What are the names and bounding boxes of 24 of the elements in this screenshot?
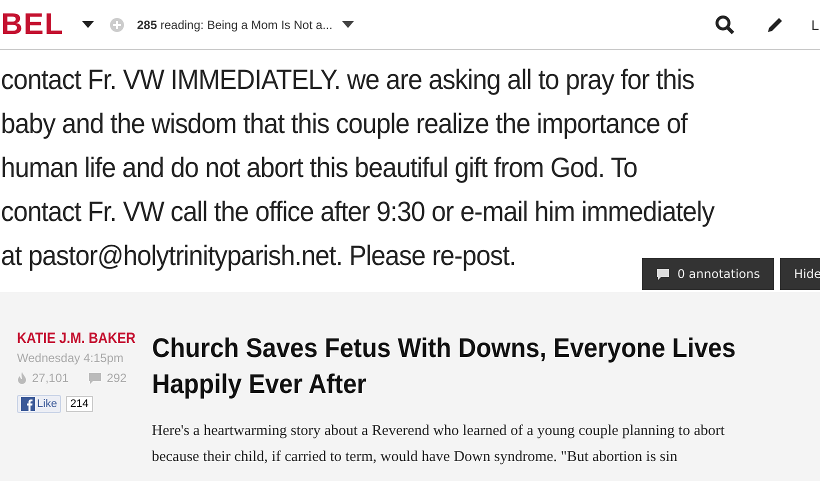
article-body: Here's a heartwarming story about a Reverend who learned of a young couple planning to abort because their child, if carried to term, would have Down syndrome. "But abortion is sin [152, 422, 726, 467]
comment-count: 292 [106, 371, 127, 385]
view-count: 27,101 [32, 371, 69, 385]
reading-dropdown[interactable]: 285 reading: Being a Mom Is Not a... [137, 18, 332, 32]
flame-icon [17, 372, 27, 384]
image-text-line: contact Fr. VW call the office after 9:30 or e-mail him immediately [0, 195, 714, 229]
post-time: Wednesday 4:15pm [17, 351, 125, 365]
login-link[interactable]: L [811, 16, 819, 32]
caret-icon[interactable] [82, 20, 94, 28]
image-text-line: human life and do not abort this beautiful gift from God. To [0, 151, 638, 185]
site-logo[interactable]: BEL [1, 8, 64, 42]
image-text-line: contact Fr. VW IMMEDIATELY. we are asking all to pray for this [0, 63, 694, 97]
caret-icon[interactable] [342, 20, 354, 28]
article-title: Church Saves Fetus With Downs, Everyone Lives Happily Ever After [152, 332, 736, 401]
speech-bubble-icon [88, 372, 102, 384]
image-text-line: baby and the wisdom that this couple realize the importance of [0, 107, 688, 141]
like-button[interactable]: Like [17, 395, 62, 413]
speech-bubble-icon [656, 268, 670, 280]
search-icon[interactable] [715, 14, 736, 34]
annotations-button[interactable]: 0 annotations [642, 258, 774, 290]
image-text-line: at pastor@holytrinityparish.net. Please re-post. [0, 239, 516, 273]
author-name[interactable]: KATIE J.M. BAKER [17, 330, 136, 347]
like-count: 214 [66, 396, 93, 412]
facebook-icon [21, 397, 35, 411]
